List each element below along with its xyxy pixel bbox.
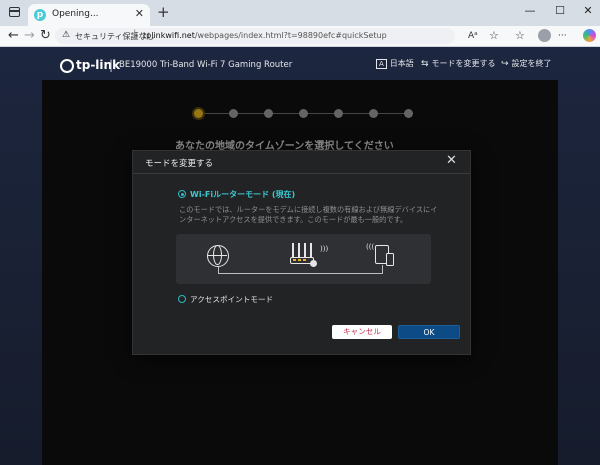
exit-icon: ↪: [501, 59, 509, 69]
wifi-signal-icon: ))): [320, 245, 329, 253]
url-text[interactable]: tplinkwifi.net/webpages/index.html?t=988…: [143, 31, 387, 40]
language-icon: A: [376, 59, 387, 69]
lan-wire: [302, 265, 383, 274]
minimize-button[interactable]: —: [522, 4, 538, 17]
cancel-button[interactable]: キャンセル: [332, 325, 392, 339]
url-separator: |: [133, 29, 137, 40]
ok-button[interactable]: OK: [398, 325, 460, 339]
copilot-icon[interactable]: [583, 29, 596, 42]
dialog-divider: [133, 173, 470, 174]
dialog-title: モードを変更する: [145, 159, 214, 169]
maximize-button[interactable]: ☐: [552, 4, 568, 17]
header-divider: |: [109, 58, 114, 72]
change-mode-dialog: モードを変更する ✕ Wi-Fiルーターモード (現在) このモードでは、ルータ…: [132, 150, 471, 355]
exit-setup-label: 設定を終了: [511, 59, 552, 68]
exit-setup-link[interactable]: ↪ 設定を終了: [501, 58, 552, 69]
browser-tab[interactable]: p Opening... ✕: [28, 4, 150, 26]
back-button[interactable]: ←: [8, 28, 19, 44]
device-wifi-icon: (((: [366, 243, 375, 251]
router-model: BE19000 Tri-Band Wi-Fi 7 Gaming Router: [119, 60, 293, 70]
tp-link-favicon-icon: p: [34, 9, 46, 21]
url-field[interactable]: ⚠ セキュリティ保護なし | tplinkwifi.net/webpages/i…: [55, 28, 455, 44]
swap-arrows-icon: ⇆: [421, 59, 429, 69]
wan-wire: [218, 267, 303, 274]
warning-icon[interactable]: ⚠: [62, 30, 70, 40]
tp-link-logo-icon: [60, 58, 74, 73]
router-mode-radio[interactable]: [178, 190, 186, 198]
router-icon: [290, 243, 317, 267]
tab-title: Opening...: [52, 9, 99, 19]
address-bar: ← → ↻ ⚠ セキュリティ保護なし | tplinkwifi.net/webp…: [0, 26, 600, 47]
forward-button[interactable]: →: [24, 28, 35, 44]
phone-icon: [386, 253, 394, 266]
reload-button[interactable]: ↻: [40, 28, 51, 44]
browser-tab-bar: p Opening... ✕ + — ☐ ✕: [0, 0, 600, 26]
change-mode-link[interactable]: ⇆ モードを変更する: [421, 58, 496, 69]
new-tab-button[interactable]: +: [157, 3, 170, 21]
more-icon[interactable]: ···: [558, 29, 567, 43]
tab-close-button[interactable]: ✕: [135, 7, 144, 20]
router-mode-diagram: ))) (((: [176, 234, 431, 284]
router-mode-label[interactable]: Wi-Fiルーターモード (現在): [190, 189, 295, 200]
globe-icon: [207, 245, 229, 267]
dialog-close-button[interactable]: ✕: [446, 153, 457, 168]
profile-avatar[interactable]: [538, 29, 551, 42]
change-mode-label: モードを変更する: [431, 59, 496, 68]
favorites-icon[interactable]: ☆: [515, 29, 525, 43]
url-host: tplinkwifi.net: [143, 31, 195, 40]
language-label: 日本語: [389, 59, 414, 68]
star-icon[interactable]: ☆: [489, 29, 499, 43]
language-selector[interactable]: A 日本語: [376, 58, 414, 69]
brand-name: tp-link: [76, 58, 121, 72]
access-point-mode-label[interactable]: アクセスポイントモード: [190, 294, 273, 305]
url-path: /webpages/index.html?t=98890efc#quickSet…: [194, 31, 387, 40]
router-mode-description: このモードでは、ルーターをモデムに接続し複数の有線および無線デバイスにインターネ…: [179, 205, 438, 224]
access-point-mode-radio[interactable]: [178, 295, 186, 303]
tab-actions-icon[interactable]: [9, 7, 20, 17]
close-window-button[interactable]: ✕: [580, 4, 596, 17]
read-aloud-icon[interactable]: Aᵃ: [468, 29, 478, 43]
